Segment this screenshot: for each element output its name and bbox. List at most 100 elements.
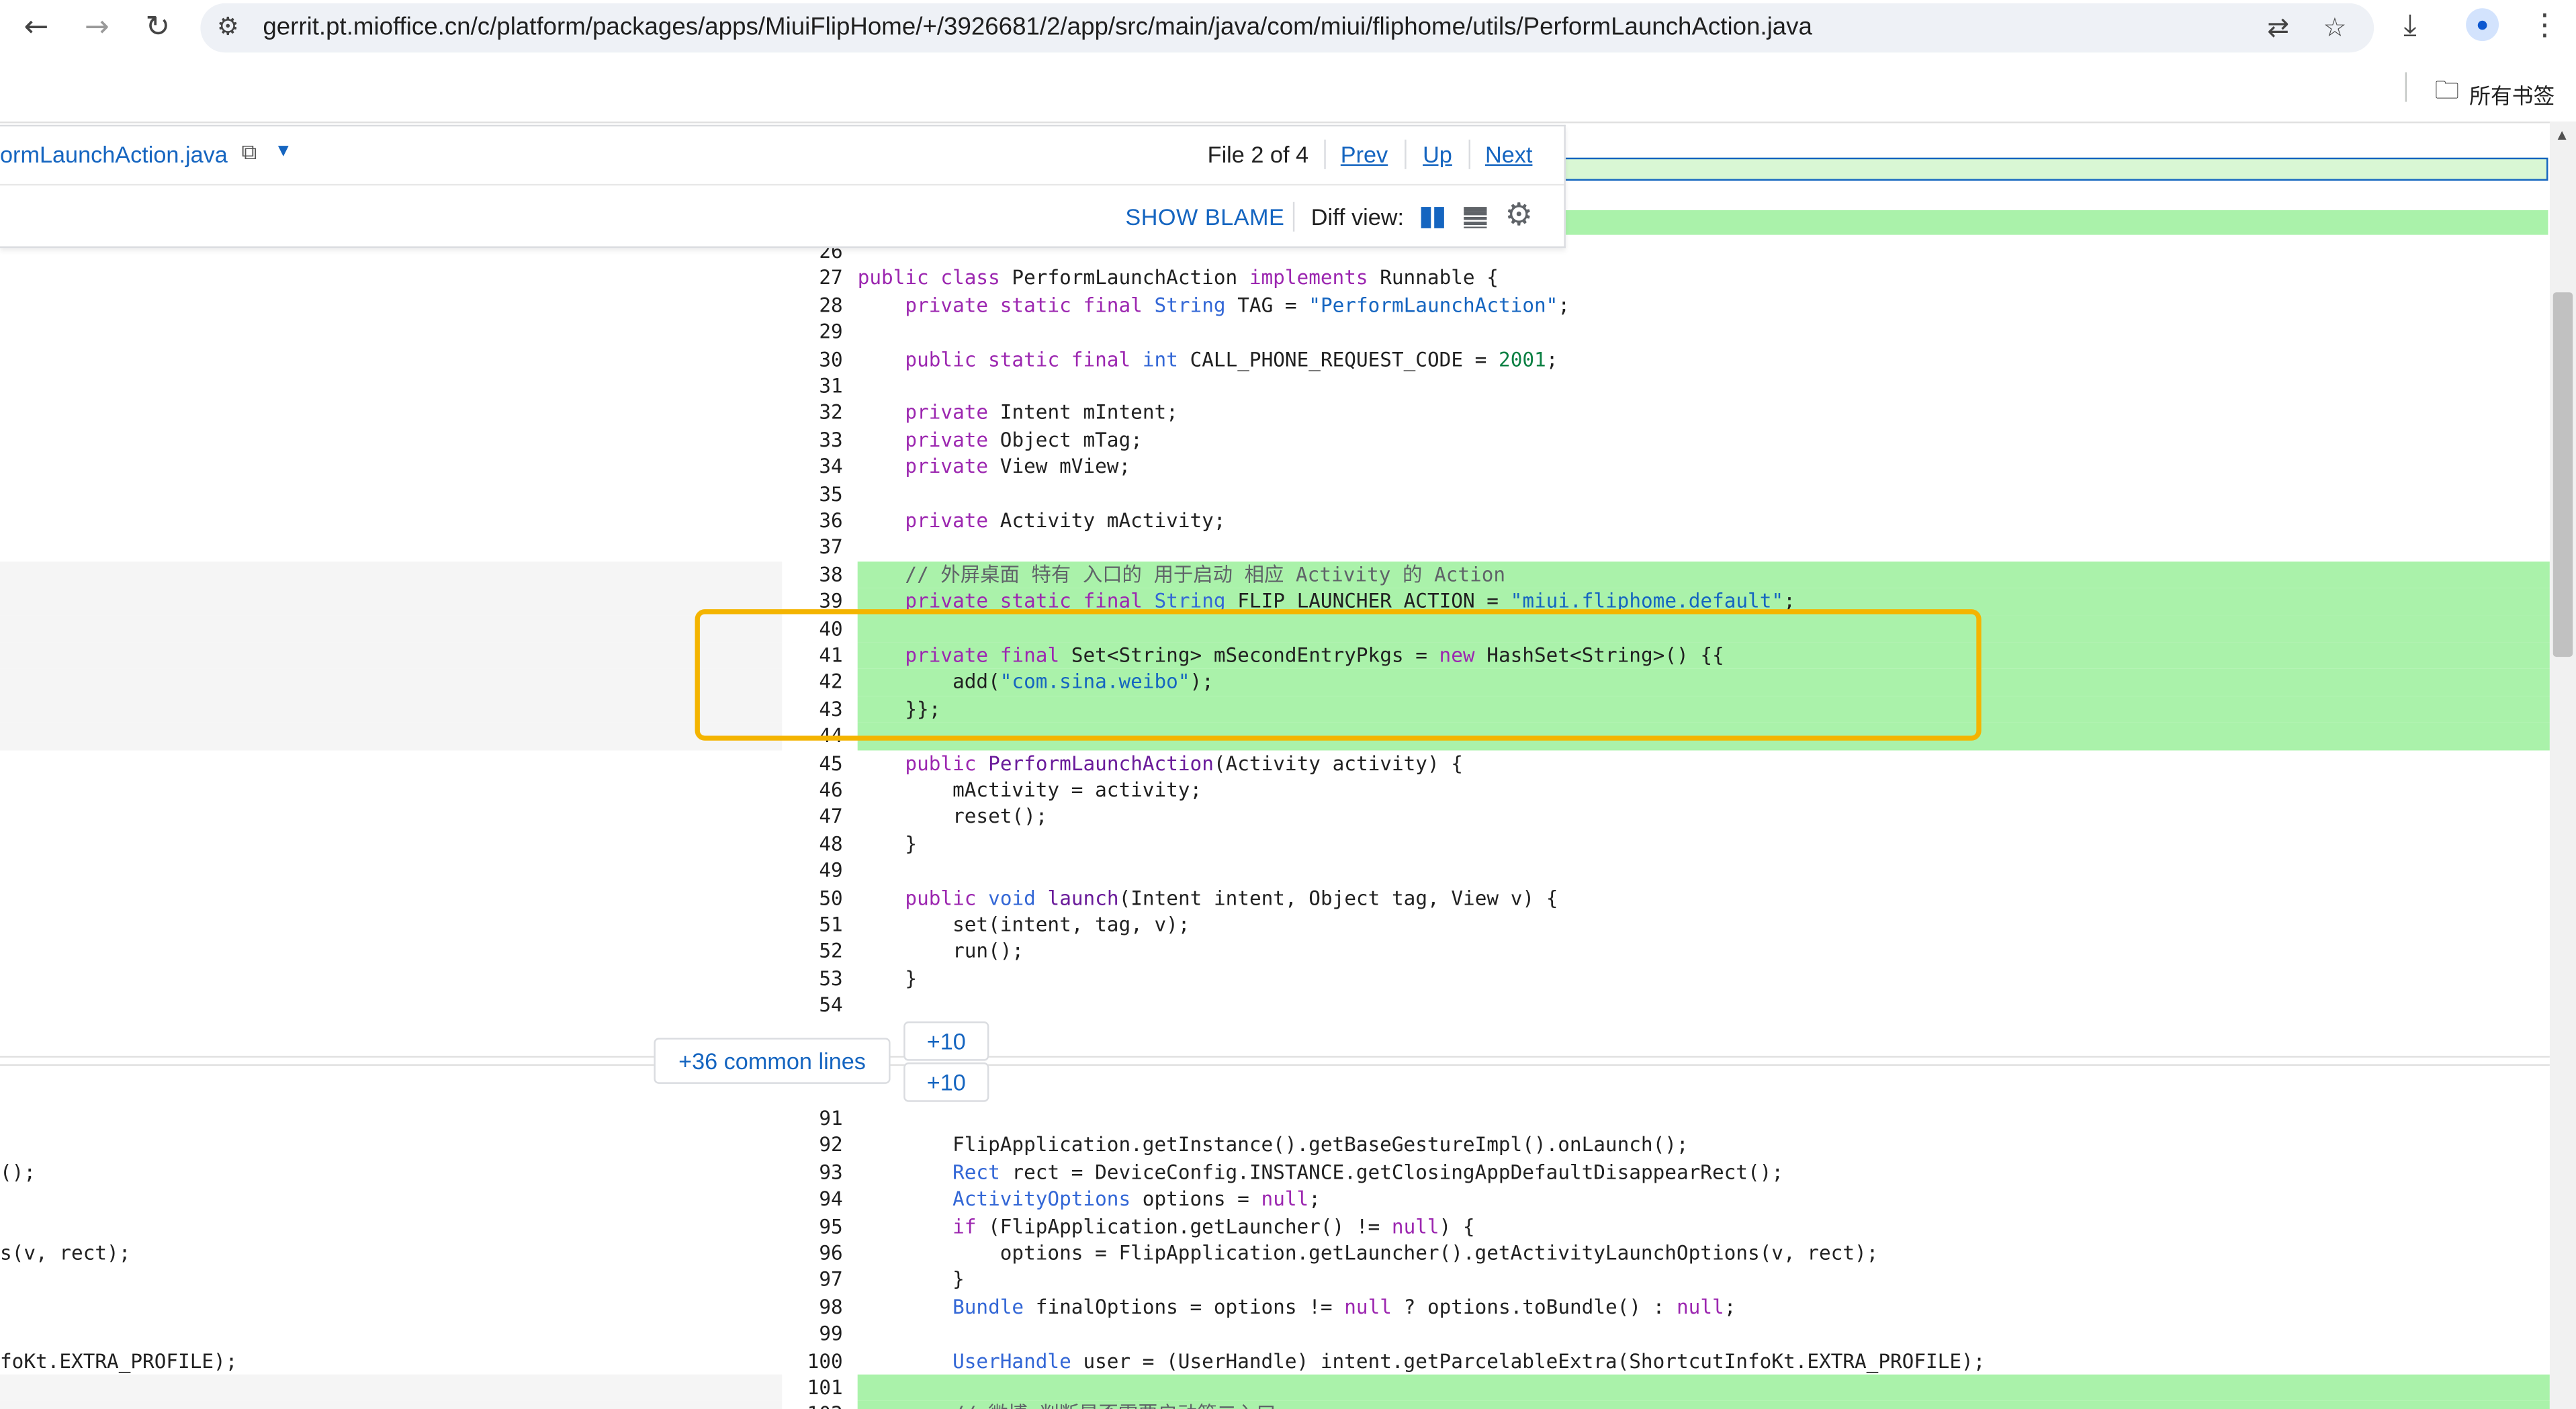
left-code	[0, 669, 782, 696]
left-code	[0, 965, 782, 992]
caret-down-icon[interactable]: ▼	[274, 141, 292, 161]
code-line[interactable]: private Object mTag;	[858, 426, 2550, 453]
code-line[interactable]	[858, 373, 2550, 400]
diff-row: (); 93 Rect rect = DeviceConfig.INSTANCE.…	[0, 1159, 2550, 1186]
line-number[interactable]: 29	[782, 319, 842, 346]
line-number[interactable]: 52	[782, 938, 842, 965]
line-number[interactable]: 54	[782, 992, 842, 1019]
line-number[interactable]: 98	[782, 1293, 842, 1320]
code-line[interactable]: run();	[858, 938, 2550, 965]
diff-row: 54	[0, 992, 2550, 1019]
line-number[interactable]: 91	[782, 1105, 842, 1132]
diff-row: 91	[0, 1105, 2550, 1132]
code-line[interactable]	[858, 319, 2550, 346]
line-number[interactable]: 37	[782, 535, 842, 561]
gear-icon[interactable]: ⚙	[1505, 197, 1533, 233]
code-line[interactable]	[858, 1320, 2550, 1347]
line-number[interactable]: 93	[782, 1159, 842, 1186]
code-line[interactable]: Rect rect = DeviceConfig.INSTANCE.getClo…	[858, 1159, 2550, 1186]
code-line[interactable]: if (FlipApplication.getLauncher() != nul…	[858, 1213, 2550, 1240]
code-line[interactable]: private Intent mIntent;	[858, 400, 2550, 426]
code-line[interactable]: public class PerformLaunchAction impleme…	[858, 265, 2550, 292]
unified-view-icon[interactable]	[1464, 207, 1487, 228]
prev-link[interactable]: Prev	[1341, 141, 1388, 167]
code-line[interactable]: public PerformLaunchAction(Activity acti…	[858, 749, 2550, 776]
code-line[interactable]	[858, 992, 2550, 1019]
line-number[interactable]: 51	[782, 911, 842, 938]
code-line[interactable]: FlipApplication.getInstance().getBaseGes…	[858, 1132, 2550, 1159]
line-number[interactable]: 34	[782, 453, 842, 480]
diff-row: 45 public PerformLaunchAction(Activity a…	[0, 749, 2550, 776]
common-lines-button[interactable]: +36 common lines	[654, 1038, 891, 1084]
line-number[interactable]: 30	[782, 346, 842, 373]
line-number[interactable]: 27	[782, 265, 842, 292]
next-link[interactable]: Next	[1485, 141, 1532, 167]
code-line[interactable]: set(intent, tag, v);	[858, 911, 2550, 938]
scroll-up-arrow[interactable]: ▲	[2555, 126, 2569, 142]
code-line[interactable]: public static final int CALL_PHONE_REQUE…	[858, 346, 2550, 373]
side-by-side-icon[interactable]	[1421, 207, 1444, 228]
code-line[interactable]	[857, 1374, 2550, 1402]
code-line[interactable]	[858, 535, 2550, 561]
diff-row: 34 private View mView;	[0, 453, 2550, 480]
line-number[interactable]: 31	[782, 373, 842, 400]
code-line[interactable]: private View mView;	[858, 453, 2550, 480]
line-number[interactable]: 94	[782, 1186, 842, 1213]
code-line[interactable]	[858, 480, 2550, 507]
code-line[interactable]: options = FlipApplication.getLauncher().…	[858, 1240, 2550, 1267]
line-number[interactable]: 35	[782, 480, 842, 507]
code-line[interactable]: private Activity mActivity;	[858, 508, 2550, 535]
line-number[interactable]: 48	[782, 831, 842, 858]
code-line[interactable]: Bundle finalOptions = options != null ? …	[858, 1293, 2550, 1320]
line-number[interactable]: 97	[782, 1267, 842, 1293]
diff-row-added: 101	[0, 1374, 2550, 1402]
code-line[interactable]: }	[858, 965, 2550, 992]
copy-icon[interactable]: ⧉	[242, 141, 257, 166]
line-number[interactable]: 101	[782, 1375, 843, 1402]
code-line[interactable]: reset();	[858, 804, 2550, 831]
line-number[interactable]: 38	[782, 561, 842, 588]
up-link[interactable]: Up	[1423, 141, 1452, 167]
line-number[interactable]: 96	[782, 1240, 842, 1267]
left-code	[0, 642, 782, 669]
line-number[interactable]: 45	[782, 749, 842, 776]
code-line[interactable]: // 外屏桌面 特有 入口的 用于启动 相应 Activity 的 Action	[857, 561, 2550, 588]
line-number[interactable]: 36	[782, 508, 842, 535]
line-number[interactable]: 46	[782, 777, 842, 804]
code-line[interactable]	[858, 1105, 2550, 1132]
code-line[interactable]: private static final String TAG = "Perfo…	[858, 292, 2550, 319]
line-number[interactable]: 47	[782, 804, 842, 831]
file-name-link[interactable]: ormLaunchAction.java	[0, 141, 228, 167]
line-number[interactable]: 50	[782, 884, 842, 911]
line-number[interactable]: 53	[782, 965, 842, 992]
line-number[interactable]: 33	[782, 426, 842, 453]
line-number[interactable]: 95	[782, 1213, 842, 1240]
line-number[interactable]: 32	[782, 400, 842, 426]
divider	[1324, 139, 1326, 169]
code-line[interactable]: UserHandle user = (UserHandle) intent.ge…	[858, 1348, 2550, 1375]
left-code	[0, 911, 782, 938]
line-number[interactable]: 49	[782, 858, 842, 884]
left-code: ();	[0, 1161, 36, 1184]
expand-above-button[interactable]: +10	[903, 1021, 989, 1061]
diff-row: 49	[0, 858, 2550, 884]
diff-row: 33 private Object mTag;	[0, 426, 2550, 453]
code-line[interactable]: }	[858, 831, 2550, 858]
diff-row: foKt.EXTRA_PROFILE); 100 UserHandle user …	[0, 1348, 2550, 1375]
diff-row: 31	[0, 373, 2550, 400]
code-line[interactable]	[858, 858, 2550, 884]
code-line[interactable]: ActivityOptions options = null;	[858, 1186, 2550, 1213]
line-number[interactable]: 28	[782, 292, 842, 319]
line-number[interactable]: 99	[782, 1320, 842, 1347]
code-line[interactable]: public void launch(Intent intent, Object…	[858, 884, 2550, 911]
show-blame-button[interactable]: SHOW BLAME	[1125, 203, 1284, 230]
line-number[interactable]: 100	[782, 1348, 843, 1375]
line-number[interactable]: 92	[782, 1132, 842, 1159]
diff-row: 53 }	[0, 965, 2550, 992]
code-line[interactable]: // 微博 判断是否需要启动第二入口	[857, 1401, 2550, 1409]
scrollbar-thumb[interactable]	[2552, 292, 2573, 657]
code-line[interactable]: mActivity = activity;	[858, 777, 2550, 804]
line-number[interactable]: 102	[782, 1402, 843, 1409]
code-line[interactable]: }	[858, 1267, 2550, 1293]
expand-below-button[interactable]: +10	[903, 1062, 989, 1102]
